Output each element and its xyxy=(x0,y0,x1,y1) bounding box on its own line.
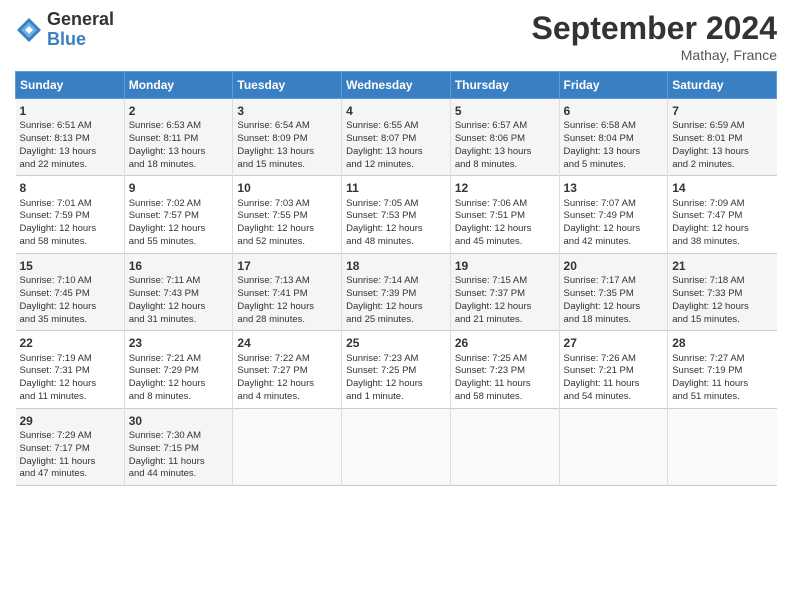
table-row xyxy=(450,408,559,485)
table-row: 11Sunrise: 7:05 AMSunset: 7:53 PMDayligh… xyxy=(342,176,451,253)
table-row: 29Sunrise: 7:29 AMSunset: 7:17 PMDayligh… xyxy=(16,408,125,485)
table-row: 5Sunrise: 6:57 AMSunset: 8:06 PMDaylight… xyxy=(450,99,559,176)
calendar-table: Sunday Monday Tuesday Wednesday Thursday… xyxy=(15,71,777,486)
table-row: 28Sunrise: 7:27 AMSunset: 7:19 PMDayligh… xyxy=(668,331,777,408)
day-number: 21 xyxy=(672,258,772,274)
table-row: 26Sunrise: 7:25 AMSunset: 7:23 PMDayligh… xyxy=(450,331,559,408)
page-container: General Blue September 2024 Mathay, Fran… xyxy=(0,0,792,496)
title-block: September 2024 Mathay, France xyxy=(532,10,777,63)
table-row: 27Sunrise: 7:26 AMSunset: 7:21 PMDayligh… xyxy=(559,331,668,408)
col-friday: Friday xyxy=(559,72,668,99)
day-number: 5 xyxy=(455,103,555,119)
logo-blue: Blue xyxy=(47,30,114,50)
col-thursday: Thursday xyxy=(450,72,559,99)
table-row xyxy=(559,408,668,485)
table-row: 15Sunrise: 7:10 AMSunset: 7:45 PMDayligh… xyxy=(16,253,125,330)
col-monday: Monday xyxy=(124,72,233,99)
table-row: 1Sunrise: 6:51 AMSunset: 8:13 PMDaylight… xyxy=(16,99,125,176)
table-row: 3Sunrise: 6:54 AMSunset: 8:09 PMDaylight… xyxy=(233,99,342,176)
table-row xyxy=(668,408,777,485)
calendar-week: 8Sunrise: 7:01 AMSunset: 7:59 PMDaylight… xyxy=(16,176,777,253)
table-row: 30Sunrise: 7:30 AMSunset: 7:15 PMDayligh… xyxy=(124,408,233,485)
calendar-week: 1Sunrise: 6:51 AMSunset: 8:13 PMDaylight… xyxy=(16,99,777,176)
day-number: 17 xyxy=(237,258,337,274)
table-row: 21Sunrise: 7:18 AMSunset: 7:33 PMDayligh… xyxy=(668,253,777,330)
day-number: 3 xyxy=(237,103,337,119)
col-wednesday: Wednesday xyxy=(342,72,451,99)
day-number: 25 xyxy=(346,335,446,351)
day-number: 4 xyxy=(346,103,446,119)
day-number: 30 xyxy=(129,413,229,429)
table-row: 19Sunrise: 7:15 AMSunset: 7:37 PMDayligh… xyxy=(450,253,559,330)
calendar-week: 15Sunrise: 7:10 AMSunset: 7:45 PMDayligh… xyxy=(16,253,777,330)
logo-icon xyxy=(15,16,43,44)
table-row xyxy=(233,408,342,485)
day-number: 19 xyxy=(455,258,555,274)
table-row: 17Sunrise: 7:13 AMSunset: 7:41 PMDayligh… xyxy=(233,253,342,330)
day-number: 18 xyxy=(346,258,446,274)
location: Mathay, France xyxy=(532,47,777,63)
header-row: Sunday Monday Tuesday Wednesday Thursday… xyxy=(16,72,777,99)
calendar-week: 22Sunrise: 7:19 AMSunset: 7:31 PMDayligh… xyxy=(16,331,777,408)
col-tuesday: Tuesday xyxy=(233,72,342,99)
table-row: 2Sunrise: 6:53 AMSunset: 8:11 PMDaylight… xyxy=(124,99,233,176)
day-number: 16 xyxy=(129,258,229,274)
table-row: 8Sunrise: 7:01 AMSunset: 7:59 PMDaylight… xyxy=(16,176,125,253)
day-number: 27 xyxy=(564,335,664,351)
day-number: 23 xyxy=(129,335,229,351)
table-row: 16Sunrise: 7:11 AMSunset: 7:43 PMDayligh… xyxy=(124,253,233,330)
day-number: 26 xyxy=(455,335,555,351)
day-number: 24 xyxy=(237,335,337,351)
day-number: 12 xyxy=(455,180,555,196)
logo-general: General xyxy=(47,10,114,30)
day-number: 11 xyxy=(346,180,446,196)
day-number: 22 xyxy=(20,335,120,351)
table-row: 24Sunrise: 7:22 AMSunset: 7:27 PMDayligh… xyxy=(233,331,342,408)
month-title: September 2024 xyxy=(532,10,777,47)
table-row: 23Sunrise: 7:21 AMSunset: 7:29 PMDayligh… xyxy=(124,331,233,408)
table-row: 20Sunrise: 7:17 AMSunset: 7:35 PMDayligh… xyxy=(559,253,668,330)
day-number: 7 xyxy=(672,103,772,119)
day-number: 1 xyxy=(20,103,120,119)
table-row xyxy=(342,408,451,485)
calendar-week: 29Sunrise: 7:29 AMSunset: 7:17 PMDayligh… xyxy=(16,408,777,485)
day-number: 6 xyxy=(564,103,664,119)
table-row: 22Sunrise: 7:19 AMSunset: 7:31 PMDayligh… xyxy=(16,331,125,408)
day-number: 13 xyxy=(564,180,664,196)
logo: General Blue xyxy=(15,10,114,50)
table-row: 25Sunrise: 7:23 AMSunset: 7:25 PMDayligh… xyxy=(342,331,451,408)
table-row: 14Sunrise: 7:09 AMSunset: 7:47 PMDayligh… xyxy=(668,176,777,253)
day-number: 15 xyxy=(20,258,120,274)
day-number: 20 xyxy=(564,258,664,274)
day-number: 14 xyxy=(672,180,772,196)
day-number: 8 xyxy=(20,180,120,196)
table-row: 4Sunrise: 6:55 AMSunset: 8:07 PMDaylight… xyxy=(342,99,451,176)
table-row: 13Sunrise: 7:07 AMSunset: 7:49 PMDayligh… xyxy=(559,176,668,253)
table-row: 6Sunrise: 6:58 AMSunset: 8:04 PMDaylight… xyxy=(559,99,668,176)
table-row: 18Sunrise: 7:14 AMSunset: 7:39 PMDayligh… xyxy=(342,253,451,330)
day-number: 2 xyxy=(129,103,229,119)
col-saturday: Saturday xyxy=(668,72,777,99)
day-number: 28 xyxy=(672,335,772,351)
table-row: 7Sunrise: 6:59 AMSunset: 8:01 PMDaylight… xyxy=(668,99,777,176)
logo-text: General Blue xyxy=(47,10,114,50)
col-sunday: Sunday xyxy=(16,72,125,99)
day-number: 9 xyxy=(129,180,229,196)
table-row: 10Sunrise: 7:03 AMSunset: 7:55 PMDayligh… xyxy=(233,176,342,253)
table-row: 9Sunrise: 7:02 AMSunset: 7:57 PMDaylight… xyxy=(124,176,233,253)
table-row: 12Sunrise: 7:06 AMSunset: 7:51 PMDayligh… xyxy=(450,176,559,253)
day-number: 29 xyxy=(20,413,120,429)
header: General Blue September 2024 Mathay, Fran… xyxy=(15,10,777,63)
day-number: 10 xyxy=(237,180,337,196)
